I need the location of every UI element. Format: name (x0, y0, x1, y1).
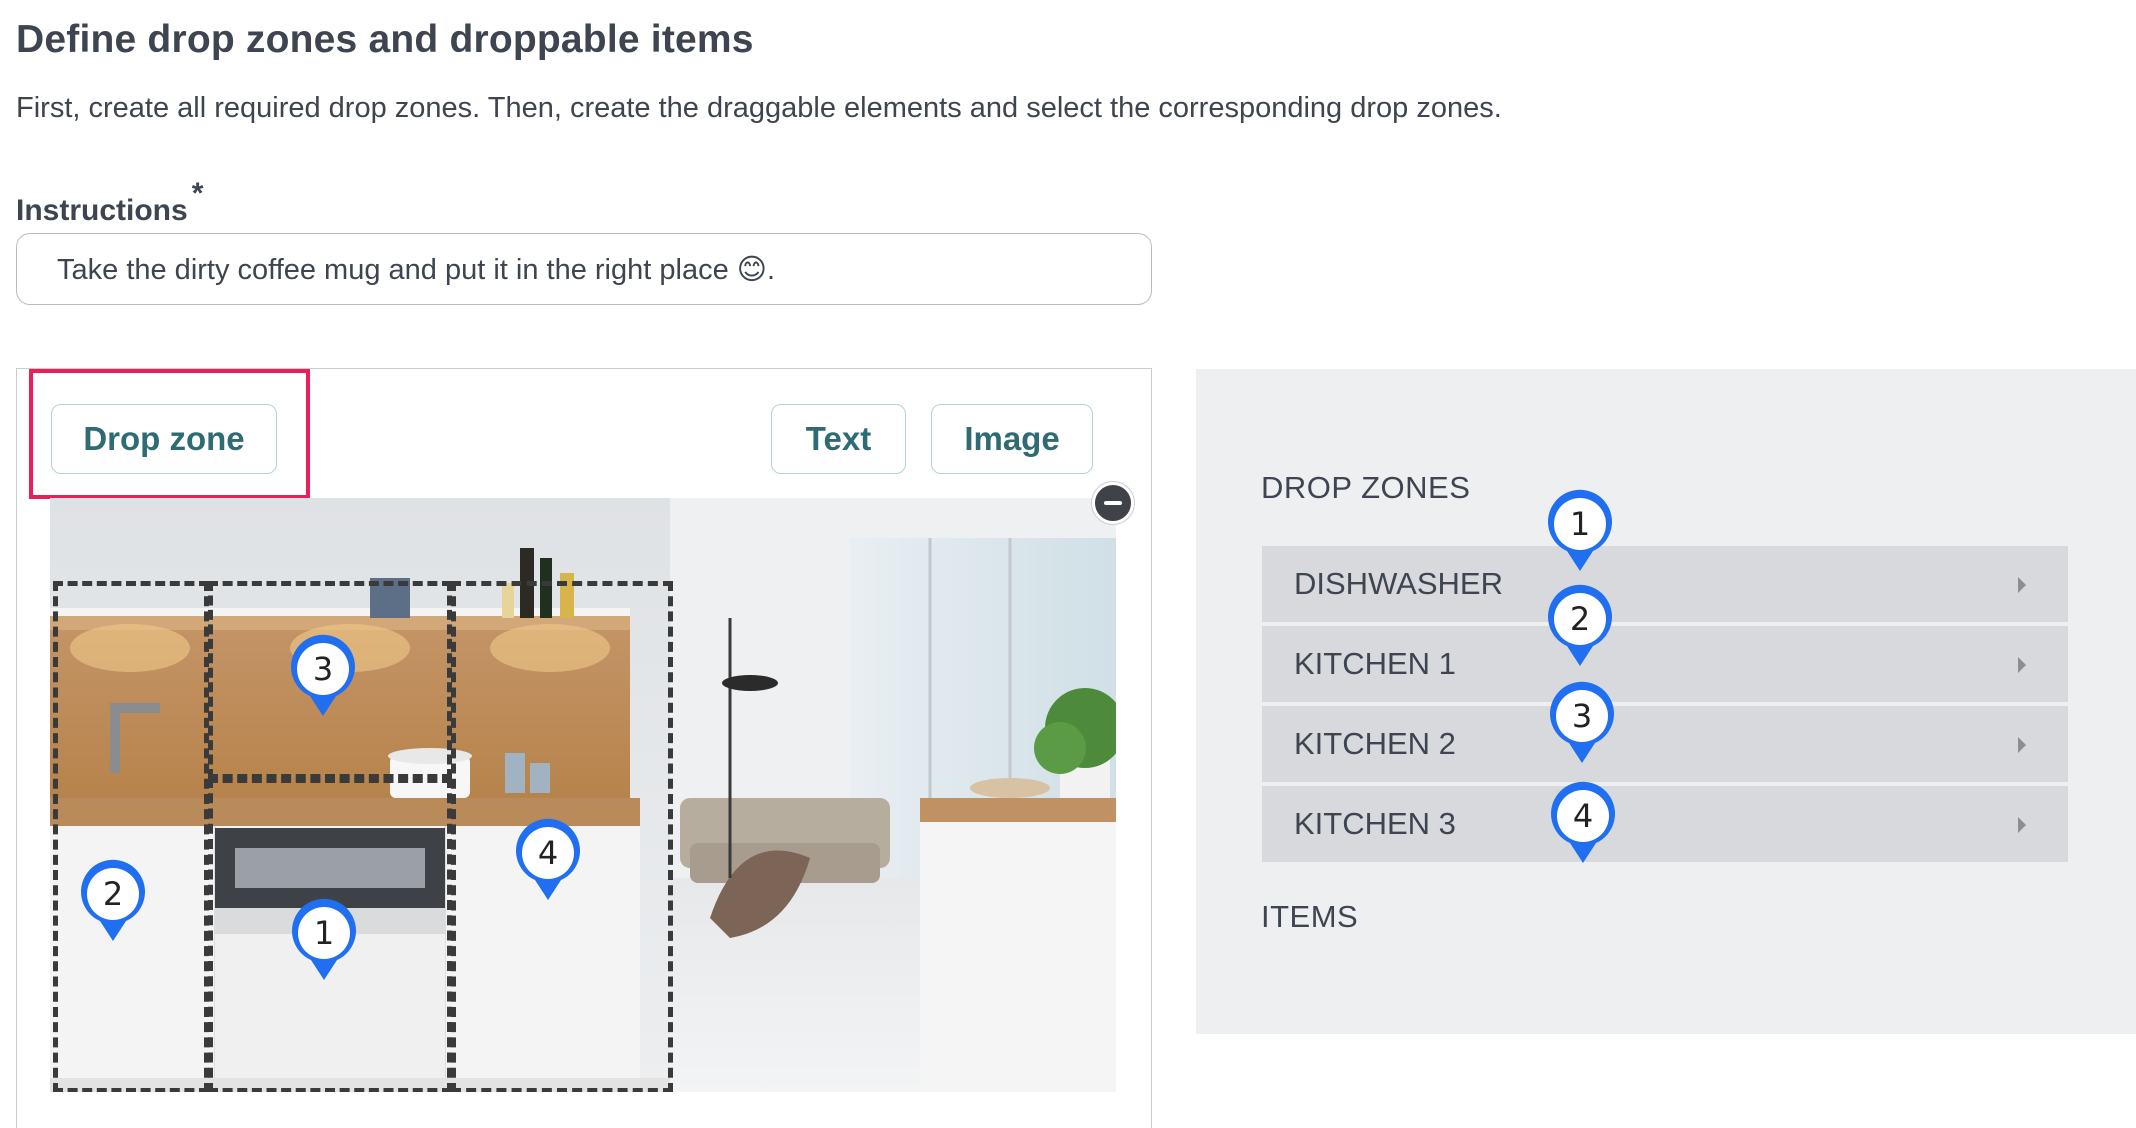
drop-zone-row-kitchen-1[interactable]: KITCHEN 1 (1262, 626, 2068, 702)
remove-image-button[interactable] (1092, 482, 1134, 524)
caret-right-icon (2018, 657, 2026, 673)
drop-zones-heading: DROP ZONES (1261, 470, 1471, 505)
zone-marker-number: 2 (1569, 600, 1591, 638)
drop-zone-overlay-kitchen-1[interactable] (53, 581, 209, 1092)
page-description: First, create all required drop zones. T… (16, 92, 1502, 124)
instructions-input[interactable] (16, 233, 1152, 305)
drop-zone-row-dishwasher[interactable]: DISHWASHER (1262, 546, 2068, 622)
zone-marker-pin[interactable]: 2 (78, 859, 148, 943)
drop-zone-row-kitchen-3[interactable]: KITCHEN 3 (1262, 786, 2068, 862)
zone-marker-number: 4 (1572, 797, 1594, 835)
drop-zone-label: KITCHEN 2 (1294, 726, 1456, 761)
caret-right-icon (2018, 817, 2026, 833)
zone-marker-number: 4 (537, 834, 559, 872)
caret-right-icon (2018, 577, 2026, 593)
zone-marker-number: 1 (1569, 505, 1591, 543)
zone-marker-number: 3 (1571, 697, 1593, 735)
caret-right-icon (2018, 737, 2026, 753)
zone-marker-pin[interactable]: 3 (1547, 681, 1617, 765)
drop-zone-label: KITCHEN 3 (1294, 806, 1456, 841)
add-text-button[interactable]: Text (771, 404, 906, 474)
background-image-canvas[interactable]: 3 2 1 4 (50, 498, 1116, 1092)
zone-marker-number: 3 (312, 650, 334, 688)
highlight-box (29, 369, 310, 499)
zone-marker-pin[interactable]: 4 (513, 818, 583, 902)
drop-zone-row-kitchen-2[interactable]: KITCHEN 2 (1262, 706, 2068, 782)
zone-marker-pin[interactable]: 1 (1545, 489, 1615, 573)
zone-marker-pin[interactable]: 4 (1548, 781, 1618, 865)
zone-marker-pin[interactable]: 1 (289, 898, 359, 982)
items-heading: ITEMS (1261, 899, 1359, 934)
zone-marker-pin[interactable]: 3 (288, 634, 358, 718)
instructions-label-text: Instructions (16, 194, 188, 227)
required-mark: * (191, 177, 204, 210)
drop-zone-label: KITCHEN 1 (1294, 646, 1456, 681)
instructions-label: Instructions* (16, 177, 203, 228)
add-image-button[interactable]: Image (931, 404, 1093, 474)
zone-marker-number: 1 (313, 914, 335, 952)
zone-marker-pin[interactable]: 2 (1545, 584, 1615, 668)
page-title: Define drop zones and droppable items (16, 18, 754, 61)
zone-marker-number: 2 (102, 875, 124, 913)
drop-zone-label: DISHWASHER (1294, 566, 1503, 601)
